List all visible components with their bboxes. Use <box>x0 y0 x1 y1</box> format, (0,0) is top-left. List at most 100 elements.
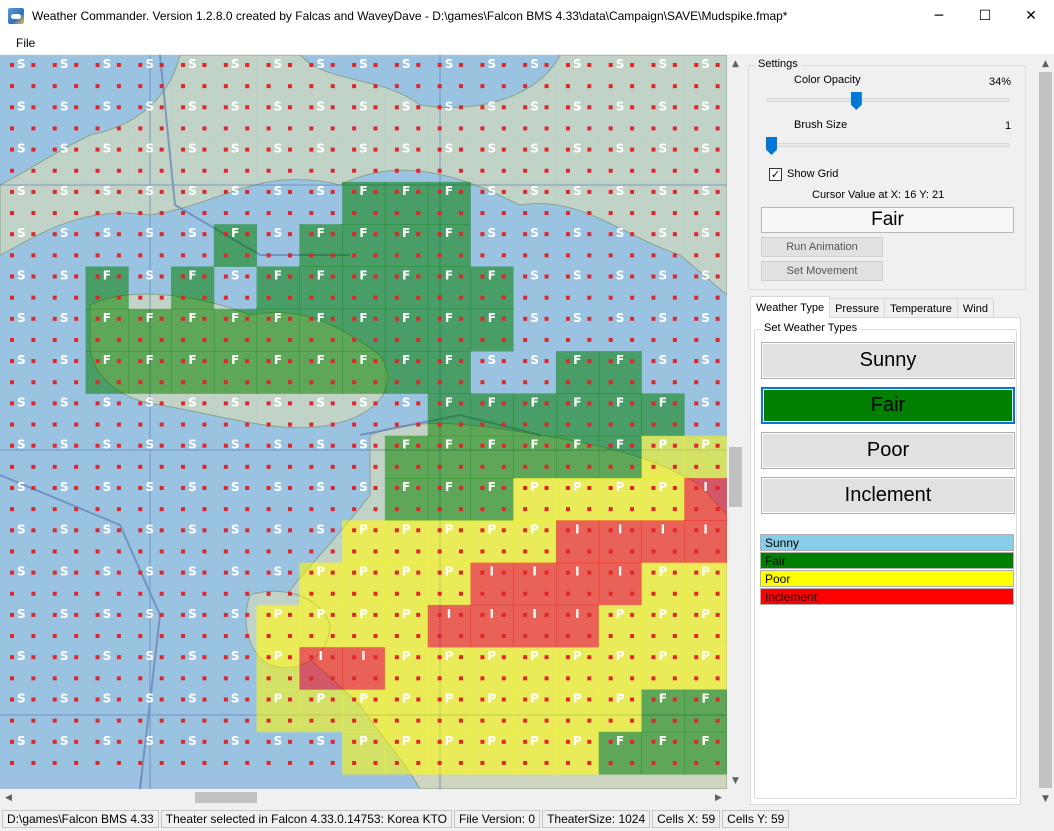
weather-map-canvas[interactable]: S S S S S S S S S S S S S S S S SS S S S S S S S S S S S S S S S SS S S S S S… <box>0 55 727 789</box>
grid-dot <box>74 380 79 385</box>
grid-dot <box>223 507 228 512</box>
grid-dot <box>608 147 613 152</box>
grid-dot <box>459 591 464 596</box>
weather-cell-label: S <box>103 692 112 706</box>
close-button[interactable]: ✕ <box>1008 0 1054 31</box>
grid-dot <box>587 63 592 67</box>
grid-dot <box>416 359 421 364</box>
grid-dot <box>501 486 506 490</box>
grid-dot <box>266 634 271 639</box>
weather-cell-label: S <box>188 565 197 579</box>
grid-dot <box>373 634 378 639</box>
grid-dot <box>287 697 292 702</box>
grid-dot <box>330 359 335 364</box>
grid-dot <box>523 570 528 575</box>
grid-dot <box>565 126 570 131</box>
maximize-button[interactable]: ☐ <box>962 0 1008 31</box>
weather-map[interactable]: SSSSSSSSSSSSSSSSSSSSSSSSSSSSSSSSSSSSSSSS… <box>0 55 727 789</box>
weather-cell-label: S <box>659 353 668 367</box>
weather-cell-label: S <box>487 99 496 113</box>
window-title: Weather Commander. Version 1.2.8.0 creat… <box>32 8 788 23</box>
grid-dot <box>287 612 292 617</box>
grid-dot <box>31 570 36 575</box>
grid-dot <box>181 697 186 702</box>
grid-dot <box>31 655 36 660</box>
grid-dot <box>159 337 164 342</box>
tab-weather-type[interactable]: Weather Type <box>750 296 831 318</box>
grid-dot <box>630 655 635 660</box>
menu-file[interactable]: File <box>0 36 43 50</box>
scroll-right-arrow-icon[interactable]: ▶ <box>710 789 727 806</box>
brush-size-slider-thumb[interactable] <box>766 137 777 155</box>
weather-cell-label: S <box>60 269 69 283</box>
grid-dot <box>651 655 656 660</box>
grid-dot <box>74 232 79 237</box>
grid-dot <box>608 549 613 554</box>
scroll-down-arrow-icon[interactable]: ▼ <box>727 772 744 789</box>
grid-dot <box>544 316 549 321</box>
side-panel: Settings Color Opacity 34% Brush Size 1 … <box>744 55 1037 807</box>
grid-dot <box>523 232 528 237</box>
opacity-label: Color Opacity <box>794 74 861 86</box>
minimize-button[interactable]: ─ <box>916 0 962 31</box>
grid-dot <box>266 63 271 67</box>
set-movement-button[interactable]: Set Movement <box>761 261 883 281</box>
grid-dot <box>309 211 314 216</box>
grid-dot <box>74 464 79 469</box>
weather-cell-label: S <box>659 226 668 240</box>
grid-dot <box>52 84 57 89</box>
grid-dot <box>31 464 36 469</box>
tab-temperature[interactable]: Temperature <box>884 298 958 318</box>
grid-dot <box>266 126 271 131</box>
grid-dot <box>587 676 592 681</box>
map-horizontal-scrollbar[interactable]: ◀ ▶ <box>0 789 727 806</box>
grid-dot <box>394 634 399 639</box>
grid-dot <box>202 486 207 490</box>
weather-cell-label: F <box>659 395 667 409</box>
grid-dot <box>394 486 399 490</box>
grid-dot <box>587 105 592 110</box>
grid-dot <box>394 380 399 385</box>
side-scroll-up-arrow-icon[interactable]: ▲ <box>1037 55 1054 72</box>
weather-cell-label: P <box>573 649 582 663</box>
weather-cell-label: F <box>530 438 538 452</box>
side-panel-scroll-thumb[interactable] <box>1039 72 1052 788</box>
grid-dot <box>181 84 186 89</box>
grid-dot <box>52 464 57 469</box>
grid-dot <box>95 147 100 152</box>
map-horizontal-scroll-thumb[interactable] <box>195 792 257 803</box>
poor-button[interactable]: Poor <box>761 432 1015 469</box>
tab-pressure[interactable]: Pressure <box>829 298 886 318</box>
sunny-button[interactable]: Sunny <box>761 342 1015 379</box>
weather-cell-label: P <box>658 565 667 579</box>
scroll-up-arrow-icon[interactable]: ▲ <box>727 55 744 72</box>
grid-dot <box>480 443 485 448</box>
grid-dot <box>245 295 250 300</box>
brush-size-slider-track[interactable] <box>767 143 1009 147</box>
opacity-slider-thumb[interactable] <box>850 92 862 110</box>
weather-cell-label: F <box>616 395 624 409</box>
grid-dot <box>501 676 506 681</box>
side-scroll-down-arrow-icon[interactable]: ▼ <box>1037 790 1054 807</box>
weather-cell-label: S <box>359 142 368 156</box>
run-animation-button[interactable]: Run Animation <box>761 237 883 257</box>
tab-wind[interactable]: Wind <box>956 298 994 318</box>
scroll-left-arrow-icon[interactable]: ◀ <box>0 789 17 806</box>
grid-dot <box>373 718 378 723</box>
grid-dot <box>309 570 314 575</box>
show-grid-checkbox[interactable]: ✓ <box>769 168 782 181</box>
fair-button[interactable]: Fair <box>761 387 1015 424</box>
grid-dot <box>287 528 292 533</box>
map-vertical-scrollbar[interactable]: ▲ ▼ <box>727 55 744 789</box>
grid-dot <box>202 359 207 364</box>
grid-dot <box>202 570 207 575</box>
weather-cell-label: I <box>575 607 579 621</box>
inclement-button[interactable]: Inclement <box>761 477 1015 514</box>
grid-dot <box>608 337 613 342</box>
grid-dot <box>266 464 271 469</box>
map-vertical-scroll-thumb[interactable] <box>729 447 742 507</box>
grid-dot <box>373 570 378 575</box>
opacity-slider-track[interactable] <box>767 98 1009 102</box>
side-panel-scrollbar[interactable]: ▲ ▼ <box>1037 55 1054 807</box>
weather-cell-label: F <box>402 184 410 198</box>
